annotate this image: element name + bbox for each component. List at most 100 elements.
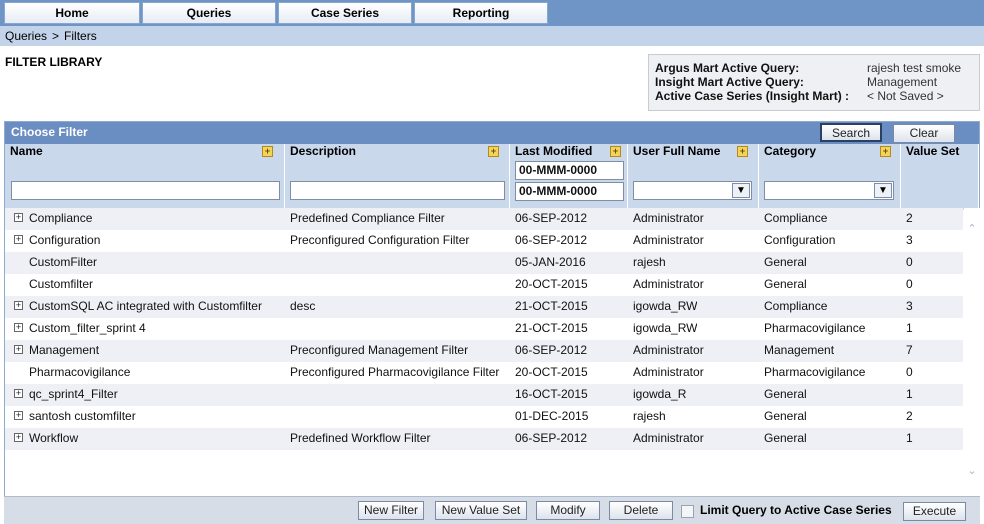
choose-filter-panel: Choose Filter Search Clear Name + Descri… bbox=[4, 121, 980, 497]
cell-value-set: 1 bbox=[906, 321, 913, 335]
cell-user: Administrator bbox=[633, 233, 704, 247]
cell-user: Administrator bbox=[633, 277, 704, 291]
cell-modified: 05-JAN-2016 bbox=[515, 255, 586, 269]
scroll-up-icon[interactable]: ⌃ bbox=[966, 222, 978, 235]
breadcrumb-separator: > bbox=[52, 29, 60, 43]
cell-name: CustomSQL AC integrated with Customfilte… bbox=[29, 299, 262, 313]
modify-button[interactable]: Modify bbox=[536, 501, 600, 520]
cell-value-set: 1 bbox=[906, 387, 913, 401]
expand-icon[interactable]: + bbox=[14, 323, 23, 332]
cell-category: General bbox=[764, 409, 807, 423]
cell-user: rajesh bbox=[633, 409, 666, 423]
table-row[interactable]: + CustomSQL AC integrated with Customfil… bbox=[5, 296, 963, 318]
search-button[interactable]: Search bbox=[820, 123, 882, 142]
limit-query-checkbox[interactable] bbox=[681, 505, 694, 518]
cell-value-set: 0 bbox=[906, 277, 913, 291]
cell-user: Administrator bbox=[633, 365, 704, 379]
date-to-input[interactable]: 00-MMM-0000 bbox=[515, 182, 624, 201]
name-filter-input[interactable] bbox=[11, 181, 280, 200]
sort-icon[interactable]: + bbox=[737, 146, 748, 157]
sort-icon[interactable]: + bbox=[262, 146, 273, 157]
cell-user: igowda_RW bbox=[633, 299, 698, 313]
delete-button[interactable]: Delete bbox=[609, 501, 673, 520]
column-header-value-set: Value Set bbox=[901, 144, 979, 210]
category-filter-select[interactable]: ▼ bbox=[764, 181, 894, 200]
tab-queries[interactable]: Queries bbox=[142, 2, 276, 24]
column-label-last-modified: Last Modified bbox=[515, 144, 593, 158]
cell-name: Customfilter bbox=[29, 277, 94, 291]
cell-modified: 06-SEP-2012 bbox=[515, 233, 588, 247]
cell-description: Predefined Workflow Filter bbox=[290, 431, 431, 445]
table-row[interactable]: + santosh customfilter 01-DEC-2015 rajes… bbox=[5, 406, 963, 428]
expand-icon[interactable]: + bbox=[14, 213, 23, 222]
breadcrumb-queries[interactable]: Queries bbox=[5, 29, 47, 43]
tab-reporting[interactable]: Reporting bbox=[414, 2, 548, 24]
cell-modified: 06-SEP-2012 bbox=[515, 211, 588, 225]
cell-name: santosh customfilter bbox=[29, 409, 136, 423]
cell-value-set: 7 bbox=[906, 343, 913, 357]
table-row[interactable]: + Configuration Preconfigured Configurat… bbox=[5, 230, 963, 252]
limit-query-label: Limit Query to Active Case Series bbox=[700, 503, 892, 517]
cell-category: Configuration bbox=[764, 233, 836, 247]
cell-modified: 06-SEP-2012 bbox=[515, 343, 588, 357]
date-from-input[interactable]: 00-MMM-0000 bbox=[515, 161, 624, 180]
chevron-down-icon[interactable]: ▼ bbox=[732, 183, 750, 198]
chevron-down-icon[interactable]: ▼ bbox=[874, 183, 892, 198]
tab-case-series[interactable]: Case Series bbox=[278, 2, 412, 24]
expand-icon[interactable]: + bbox=[14, 433, 23, 442]
table-row[interactable]: + Workflow Predefined Workflow Filter 06… bbox=[5, 428, 963, 450]
active-case-series-label: Active Case Series (Insight Mart) : bbox=[655, 89, 850, 103]
tab-home[interactable]: Home bbox=[4, 2, 140, 24]
new-filter-button[interactable]: New Filter bbox=[358, 501, 424, 520]
vertical-scrollbar[interactable]: ⌃ ⌄ bbox=[964, 208, 980, 496]
cell-category: General bbox=[764, 277, 807, 291]
cell-user: Administrator bbox=[633, 343, 704, 357]
cell-value-set: 1 bbox=[906, 431, 913, 445]
column-header-user: User Full Name + ▼ bbox=[628, 144, 759, 210]
column-header-description: Description + bbox=[285, 144, 510, 210]
sort-icon[interactable]: + bbox=[610, 146, 621, 157]
user-filter-select[interactable]: ▼ bbox=[633, 181, 752, 200]
cell-value-set: 3 bbox=[906, 299, 913, 313]
argus-active-query-value: rajesh test smoke bbox=[867, 61, 962, 75]
cell-category: General bbox=[764, 431, 807, 445]
cell-user: igowda_RW bbox=[633, 321, 698, 335]
description-filter-input[interactable] bbox=[290, 181, 505, 200]
expand-icon[interactable]: + bbox=[14, 345, 23, 354]
expand-icon[interactable]: + bbox=[14, 389, 23, 398]
table-row[interactable]: + Compliance Predefined Compliance Filte… bbox=[5, 208, 963, 230]
cell-modified: 01-DEC-2015 bbox=[515, 409, 589, 423]
expand-icon[interactable]: + bbox=[14, 235, 23, 244]
cell-description: desc bbox=[290, 299, 316, 313]
table-row[interactable]: Customfilter 20-OCT-2015 Administrator G… bbox=[5, 274, 963, 296]
expand-icon[interactable]: + bbox=[14, 411, 23, 420]
cell-name: Compliance bbox=[29, 211, 93, 225]
column-header-name: Name + bbox=[5, 144, 285, 210]
column-label-category: Category bbox=[764, 144, 817, 158]
cell-modified: 06-SEP-2012 bbox=[515, 431, 588, 445]
expand-icon[interactable]: + bbox=[14, 301, 23, 310]
sort-icon[interactable]: + bbox=[880, 146, 891, 157]
cell-name: Pharmacovigilance bbox=[29, 365, 131, 379]
table-row[interactable]: + qc_sprint4_Filter 16-OCT-2015 igowda_R… bbox=[5, 384, 963, 406]
column-header-last-modified: Last Modified + 00-MMM-0000 00-MMM-0000 bbox=[510, 144, 628, 210]
cell-category: Compliance bbox=[764, 299, 828, 313]
scroll-down-icon[interactable]: ⌄ bbox=[966, 464, 978, 477]
cell-value-set: 3 bbox=[906, 233, 913, 247]
execute-button[interactable]: Execute bbox=[903, 502, 966, 521]
cell-name: Workflow bbox=[29, 431, 79, 445]
cell-description: Predefined Compliance Filter bbox=[290, 211, 445, 225]
column-header-category: Category + ▼ bbox=[759, 144, 901, 210]
cell-description: Preconfigured Pharmacovigilance Filter bbox=[290, 365, 500, 379]
table-row[interactable]: + Management Preconfigured Management Fi… bbox=[5, 340, 963, 362]
sort-icon[interactable]: + bbox=[488, 146, 499, 157]
cell-category: General bbox=[764, 255, 807, 269]
cell-modified: 21-OCT-2015 bbox=[515, 299, 588, 313]
cell-description: Preconfigured Configuration Filter bbox=[290, 233, 470, 247]
table-row[interactable]: CustomFilter 05-JAN-2016 rajesh General … bbox=[5, 252, 963, 274]
table-row[interactable]: + Custom_filter_sprint 4 21-OCT-2015 igo… bbox=[5, 318, 963, 340]
table-row[interactable]: Pharmacovigilance Preconfigured Pharmaco… bbox=[5, 362, 963, 384]
column-label-name: Name bbox=[10, 144, 43, 158]
new-value-set-button[interactable]: New Value Set bbox=[435, 501, 527, 520]
clear-button[interactable]: Clear bbox=[893, 124, 955, 143]
